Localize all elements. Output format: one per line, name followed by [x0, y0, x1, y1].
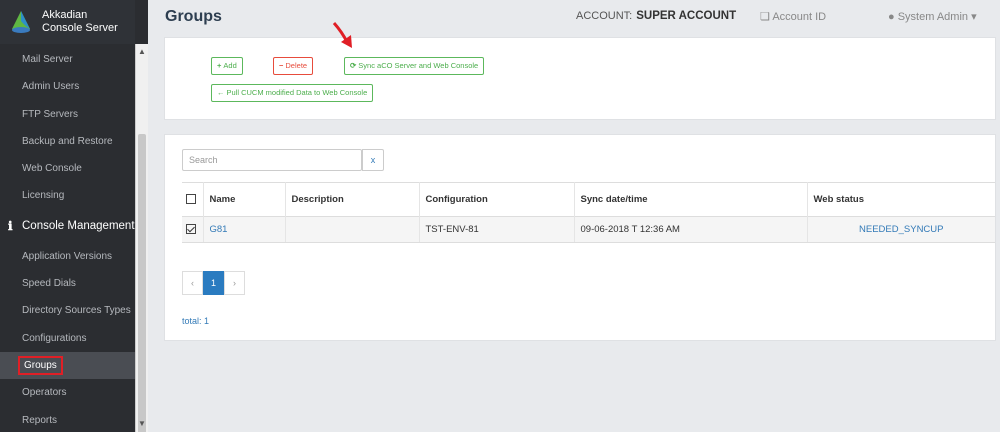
sidebar-item-groups-label: Groups: [18, 355, 63, 375]
account-id-label: Account ID: [772, 11, 827, 23]
sidebar-section-console-management[interactable]: ℹ Console Management: [0, 210, 135, 243]
sidebar-item-application-versions[interactable]: Application Versions: [0, 243, 135, 270]
sidebar: Akkadian Console Server Mail Server Admi…: [0, 0, 148, 432]
sidebar-item-groups[interactable]: Groups: [0, 351, 135, 380]
top-bar: Groups ACCOUNT: SUPER ACCOUNT ❏ Account I…: [148, 0, 1000, 34]
delete-label: Delete: [285, 61, 308, 70]
delete-button[interactable]: − Delete: [273, 57, 314, 75]
pagination-next[interactable]: ›: [224, 271, 245, 295]
brand-line1: Akkadian: [42, 9, 88, 21]
account-value: SUPER ACCOUNT: [636, 10, 737, 22]
sidebar-item-mail-server[interactable]: Mail Server: [0, 46, 135, 73]
sidebar-nav: Mail Server Admin Users FTP Servers Back…: [0, 46, 135, 432]
total-count: total: 1: [182, 316, 210, 326]
page-title: Groups: [165, 8, 222, 25]
copy-icon: ❏: [760, 11, 770, 23]
account-id-link[interactable]: ❏ Account ID: [760, 10, 826, 23]
group-name-link[interactable]: G81: [203, 216, 286, 243]
sidebar-item-reports[interactable]: Reports: [0, 407, 135, 432]
pull-label: Pull CUCM modified Data to Web Console: [226, 88, 368, 97]
pagination-page-1[interactable]: 1: [203, 271, 224, 295]
checkbox-icon: [186, 194, 196, 205]
add-label: Add: [223, 61, 237, 70]
sidebar-item-directory-sources-types[interactable]: Directory Sources Types: [0, 297, 135, 324]
groups-table-panel: Search x Name Description Configuration …: [164, 134, 996, 341]
caret-down-icon: ▾: [971, 11, 977, 23]
scroll-down-icon[interactable]: ▼: [136, 418, 148, 430]
sync-label: Sync aCO Server and Web Console: [358, 61, 479, 70]
column-header-web-status[interactable]: Web status: [807, 182, 995, 217]
column-header-sync[interactable]: Sync date/time: [574, 182, 808, 217]
sync-button[interactable]: ⟳ Sync aCO Server and Web Console: [344, 57, 485, 75]
sidebar-item-backup-restore[interactable]: Backup and Restore: [0, 128, 135, 155]
column-header-name[interactable]: Name: [203, 182, 286, 217]
account-label: ACCOUNT:: [576, 10, 633, 22]
info-icon: ℹ: [8, 218, 13, 233]
sidebar-item-licensing[interactable]: Licensing: [0, 182, 135, 209]
group-sync-datetime: 09-06-2018 T 12:36 AM: [574, 216, 808, 243]
section-label: Console Management: [22, 219, 135, 232]
table-header-row: Name Description Configuration Sync date…: [182, 182, 995, 217]
sidebar-item-admin-users[interactable]: Admin Users: [0, 73, 135, 100]
group-web-status[interactable]: NEEDED_SYNCUP: [807, 216, 995, 243]
toolbar-panel: + Add − Delete ⟳ Sync aCO Server and Web Co…: [164, 37, 996, 120]
user-menu[interactable]: ● System Admin ▾: [888, 10, 977, 23]
search-clear-button[interactable]: x: [362, 149, 384, 171]
group-configuration: TST-ENV-81: [419, 216, 575, 243]
select-all-checkbox[interactable]: [182, 182, 204, 217]
search-input[interactable]: Search: [182, 149, 362, 171]
sidebar-item-web-console[interactable]: Web Console: [0, 155, 135, 182]
table-row[interactable]: G81 TST-ENV-81 09-06-2018 T 12:36 AM NEE…: [182, 216, 995, 243]
sidebar-item-operators[interactable]: Operators: [0, 379, 135, 406]
sidebar-scrollbar[interactable]: ▲ ▼: [135, 44, 148, 432]
arrow-left-icon: ←: [217, 88, 225, 97]
sidebar-item-speed-dials[interactable]: Speed Dials: [0, 270, 135, 297]
checked-icon: [186, 224, 196, 235]
sidebar-item-ftp-servers[interactable]: FTP Servers: [0, 101, 135, 128]
column-header-configuration[interactable]: Configuration: [419, 182, 575, 217]
brand-line2: Console Server: [42, 22, 118, 34]
brand[interactable]: Akkadian Console Server: [0, 0, 135, 44]
sidebar-item-configurations[interactable]: Configurations: [0, 325, 135, 352]
minus-icon: −: [279, 61, 284, 70]
refresh-icon: ⟳: [350, 61, 357, 70]
annotation-arrow-icon: [332, 22, 352, 48]
scroll-up-icon[interactable]: ▲: [136, 46, 148, 58]
scrollbar-thumb[interactable]: [138, 134, 146, 432]
user-name: System Admin: [897, 11, 969, 23]
pull-cucm-button[interactable]: ← Pull CUCM modified Data to Web Console: [211, 84, 374, 102]
groups-table: Name Description Configuration Sync date…: [182, 182, 995, 243]
add-button[interactable]: + Add: [211, 57, 243, 75]
user-icon: ●: [888, 11, 895, 23]
column-header-description[interactable]: Description: [285, 182, 420, 217]
row-checkbox[interactable]: [182, 216, 204, 243]
pagination-prev[interactable]: ‹: [182, 271, 203, 295]
akkadian-logo-icon: [8, 9, 34, 35]
account-info: ACCOUNT: SUPER ACCOUNT: [576, 10, 736, 22]
pagination: ‹ 1 ›: [182, 271, 245, 295]
group-description: [285, 216, 420, 243]
plus-icon: +: [217, 61, 222, 70]
